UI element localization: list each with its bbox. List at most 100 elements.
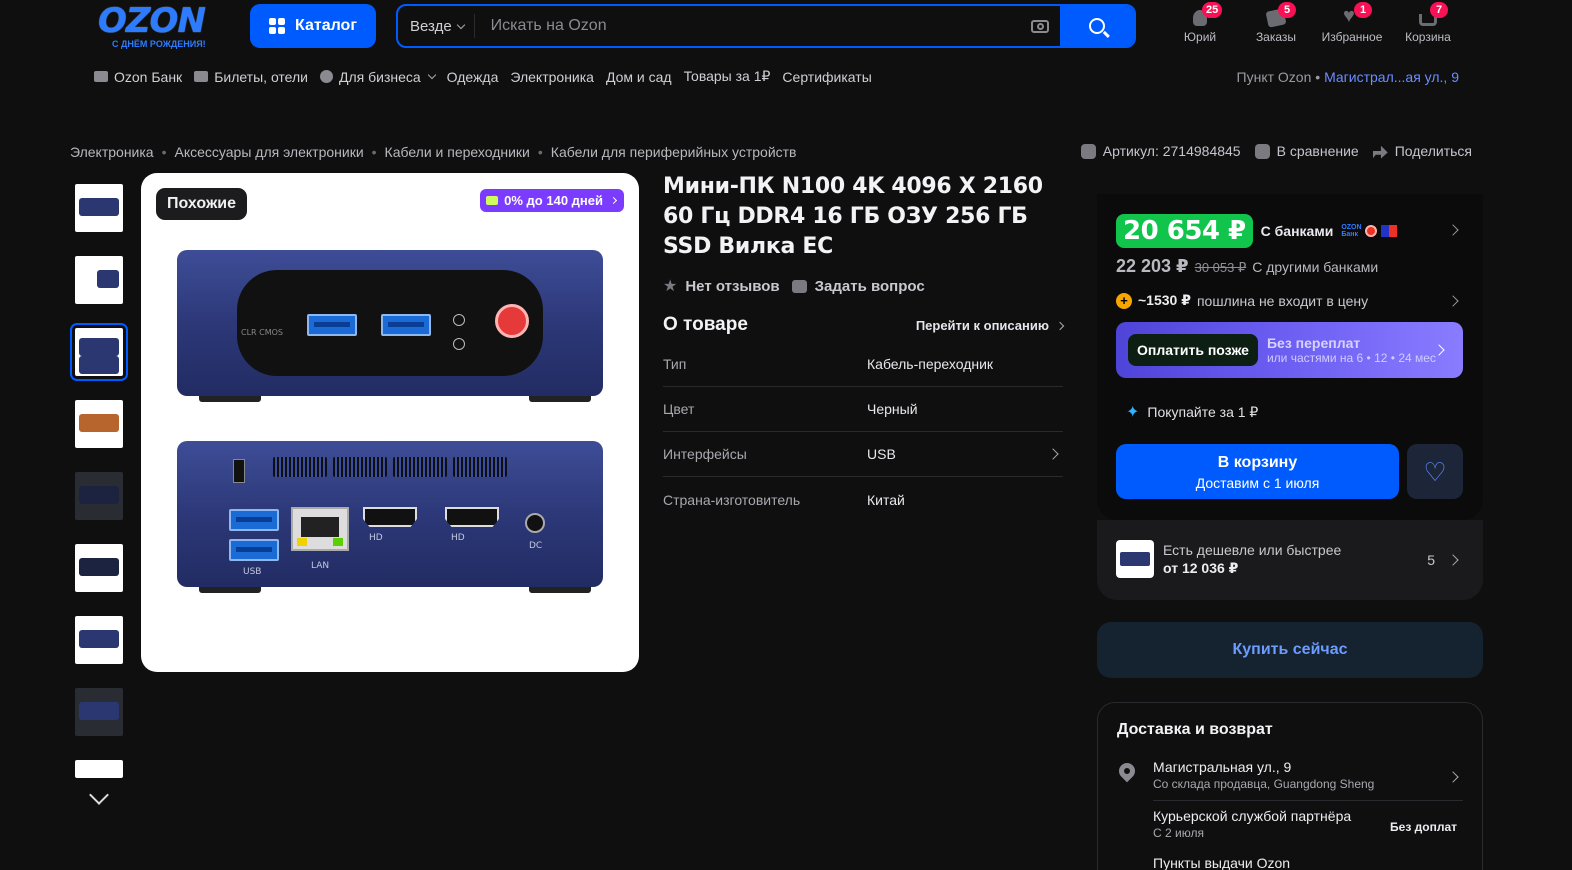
product-image[interactable]: Похожие 0% до 140 дней CLR CMOS USB LAN … — [141, 173, 639, 672]
subnav-item-clothes[interactable]: Одежда — [447, 69, 499, 85]
price-row[interactable]: 20 654 ₽ С банками OZON Банк — [1116, 214, 1398, 248]
delivery-courier-row[interactable]: Курьерской службой партнёра С 2 июля Без… — [1153, 808, 1463, 840]
subnav-item-electronics[interactable]: Электроника — [510, 69, 594, 85]
search-input[interactable] — [474, 6, 1020, 46]
cheaper-count: 5 — [1427, 552, 1435, 568]
thumbnail[interactable] — [75, 616, 123, 664]
hdmi-label: HD — [369, 533, 383, 543]
search-scope-select[interactable]: Везде — [398, 14, 475, 38]
thumbnail-image — [79, 356, 119, 374]
breadcrumb-separator: • — [537, 144, 543, 160]
device-front-view: CLR CMOS — [177, 250, 603, 402]
reviews-link[interactable]: Нет отзывов — [663, 276, 779, 296]
subnav-item-business[interactable]: Для бизнеса — [319, 69, 436, 85]
spec-value: USB — [867, 446, 896, 462]
favorites-label: Избранное — [1321, 30, 1383, 44]
thumbnail[interactable] — [75, 256, 123, 304]
chevron-right-icon — [609, 196, 618, 205]
orders-button[interactable]: 5 Заказы — [1238, 2, 1314, 44]
buy-for-1-ruble[interactable]: ✦ Покупайте за 1 ₽ — [1126, 402, 1258, 422]
compare-label: В сравнение — [1276, 143, 1359, 159]
breadcrumb-item[interactable]: Кабели и переходники — [385, 144, 530, 160]
location-pin-icon — [1115, 759, 1139, 783]
subnav-item-ozon-bank[interactable]: Ozon Банк — [94, 69, 182, 85]
subnav-label: Билеты, отели — [214, 68, 308, 85]
delivery-address-row[interactable]: Магистральная ул., 9 Со склада продавца,… — [1153, 759, 1463, 791]
breadcrumb-item[interactable]: Электроника — [70, 144, 154, 160]
subnav-item-one-ruble[interactable]: Товары за 1₽ — [684, 68, 771, 85]
lock-switch — [233, 459, 245, 483]
chevron-down-icon — [456, 20, 465, 29]
business-icon — [319, 70, 333, 83]
cheaper-offers[interactable]: Есть дешевле или быстрее от 12 036 ₽ 5 — [1097, 520, 1483, 600]
pay-later-banner[interactable]: Оплатить позже Без переплат или частями … — [1116, 322, 1463, 378]
profile-badge: 25 — [1202, 2, 1223, 18]
vent — [333, 457, 387, 477]
pickup-address-link[interactable]: Магистрал...ая ул., 9 — [1324, 69, 1459, 85]
search-icon — [1089, 18, 1105, 34]
thumbnail-image — [79, 558, 119, 576]
compare-button[interactable]: В сравнение — [1254, 143, 1359, 159]
vent — [273, 457, 327, 477]
installment-badge[interactable]: 0% до 140 дней — [480, 189, 624, 212]
catalog-button[interactable]: Каталог — [250, 4, 376, 48]
mic-jack — [453, 338, 465, 350]
pickup-point[interactable]: Пункт Ozon • Магистрал...ая ул., 9 — [1237, 69, 1459, 85]
breadcrumb-item[interactable]: Кабели для периферийных устройств — [551, 144, 797, 160]
thumbnail-active[interactable] — [70, 323, 128, 381]
add-to-cart-label: В корзину — [1217, 454, 1298, 471]
subnav-item-home[interactable]: Дом и сад — [606, 69, 672, 85]
about-title: О товаре — [663, 314, 748, 335]
price-other-note: С другими банками — [1252, 259, 1379, 275]
cart-button[interactable]: 7 Корзина — [1390, 2, 1466, 44]
camera-icon[interactable] — [1020, 6, 1060, 46]
subnav-label: Электроника — [510, 68, 594, 85]
breadcrumb-item[interactable]: Аксессуары для электроники — [175, 144, 364, 160]
profile-button[interactable]: 25 Юрий — [1162, 2, 1238, 44]
ask-label: Задать вопрос — [814, 277, 925, 295]
clr-cmos-label: CLR CMOS — [241, 328, 284, 337]
chevron-right-icon — [1055, 321, 1065, 330]
ask-question-link[interactable]: Задать вопрос — [791, 276, 925, 296]
thumbnail-list — [70, 180, 128, 805]
ozon-bank-logo: OZON Банк — [1341, 224, 1362, 238]
add-to-favorites-heart-icon[interactable] — [1407, 444, 1463, 499]
similar-button[interactable]: Похожие — [156, 188, 248, 220]
thumbnail-image — [79, 630, 119, 648]
breadcrumb: Электроника • Аксессуары для электроники •… — [70, 144, 797, 160]
thumbnail[interactable] — [75, 472, 123, 520]
breadcrumb-separator: • — [371, 144, 377, 160]
delivery-pickup-row[interactable]: Пункты выдачи Ozon — [1153, 855, 1463, 870]
favorites-button[interactable]: 1 Избранное — [1314, 2, 1390, 44]
go-to-description-link[interactable]: Перейти к описанию — [916, 318, 1065, 333]
device-foot — [199, 587, 261, 593]
subnav-item-certificates[interactable]: Сертификаты — [782, 69, 871, 85]
thumbnail[interactable] — [75, 184, 123, 232]
duty-row[interactable]: + ~1530 ₽ пошлина не входит в цену — [1116, 292, 1368, 309]
card-icon — [486, 196, 499, 205]
add-to-cart-button[interactable]: В корзину Доставим с 1 июля — [1116, 444, 1399, 499]
thumbnail[interactable] — [75, 760, 123, 778]
thumbnail[interactable] — [75, 688, 123, 736]
spec-row-interfaces[interactable]: Интерфейсы USB — [663, 432, 1063, 477]
buy-now-button[interactable]: Купить сейчас — [1097, 622, 1483, 678]
thumbnail[interactable] — [75, 544, 123, 592]
search-button[interactable] — [1060, 6, 1134, 46]
thumbnail[interactable] — [75, 400, 123, 448]
delivery-section: Доставка и возврат Магистральная ул., 9 … — [1097, 702, 1483, 870]
share-button[interactable]: Поделиться — [1372, 143, 1472, 159]
chevron-right-icon — [1447, 554, 1459, 566]
subnav-item-tickets[interactable]: Билеты, отели — [194, 69, 308, 85]
pay-later-button[interactable]: Оплатить позже — [1128, 334, 1258, 366]
chevron-right-icon[interactable] — [1447, 295, 1459, 307]
logo-text: OZON — [98, 1, 206, 41]
ozon-logo[interactable]: OZON С ДНЁМ РОЖДЕНИЯ! — [98, 4, 230, 50]
installment-label: 0% до 140 дней — [504, 193, 603, 208]
price-other-banks: 22 203 ₽ 30 053 ₽ С другими банками — [1116, 256, 1378, 277]
chevron-down-icon[interactable] — [89, 785, 109, 805]
hdmi-label: HD — [451, 533, 465, 543]
article-copy-button[interactable]: Артикул: 2714984845 — [1080, 143, 1241, 159]
pay-later-text: Без переплат или частями на 6 • 12 • 24 … — [1267, 335, 1436, 365]
usb-port — [307, 314, 357, 336]
chevron-right-icon[interactable] — [1447, 224, 1459, 236]
